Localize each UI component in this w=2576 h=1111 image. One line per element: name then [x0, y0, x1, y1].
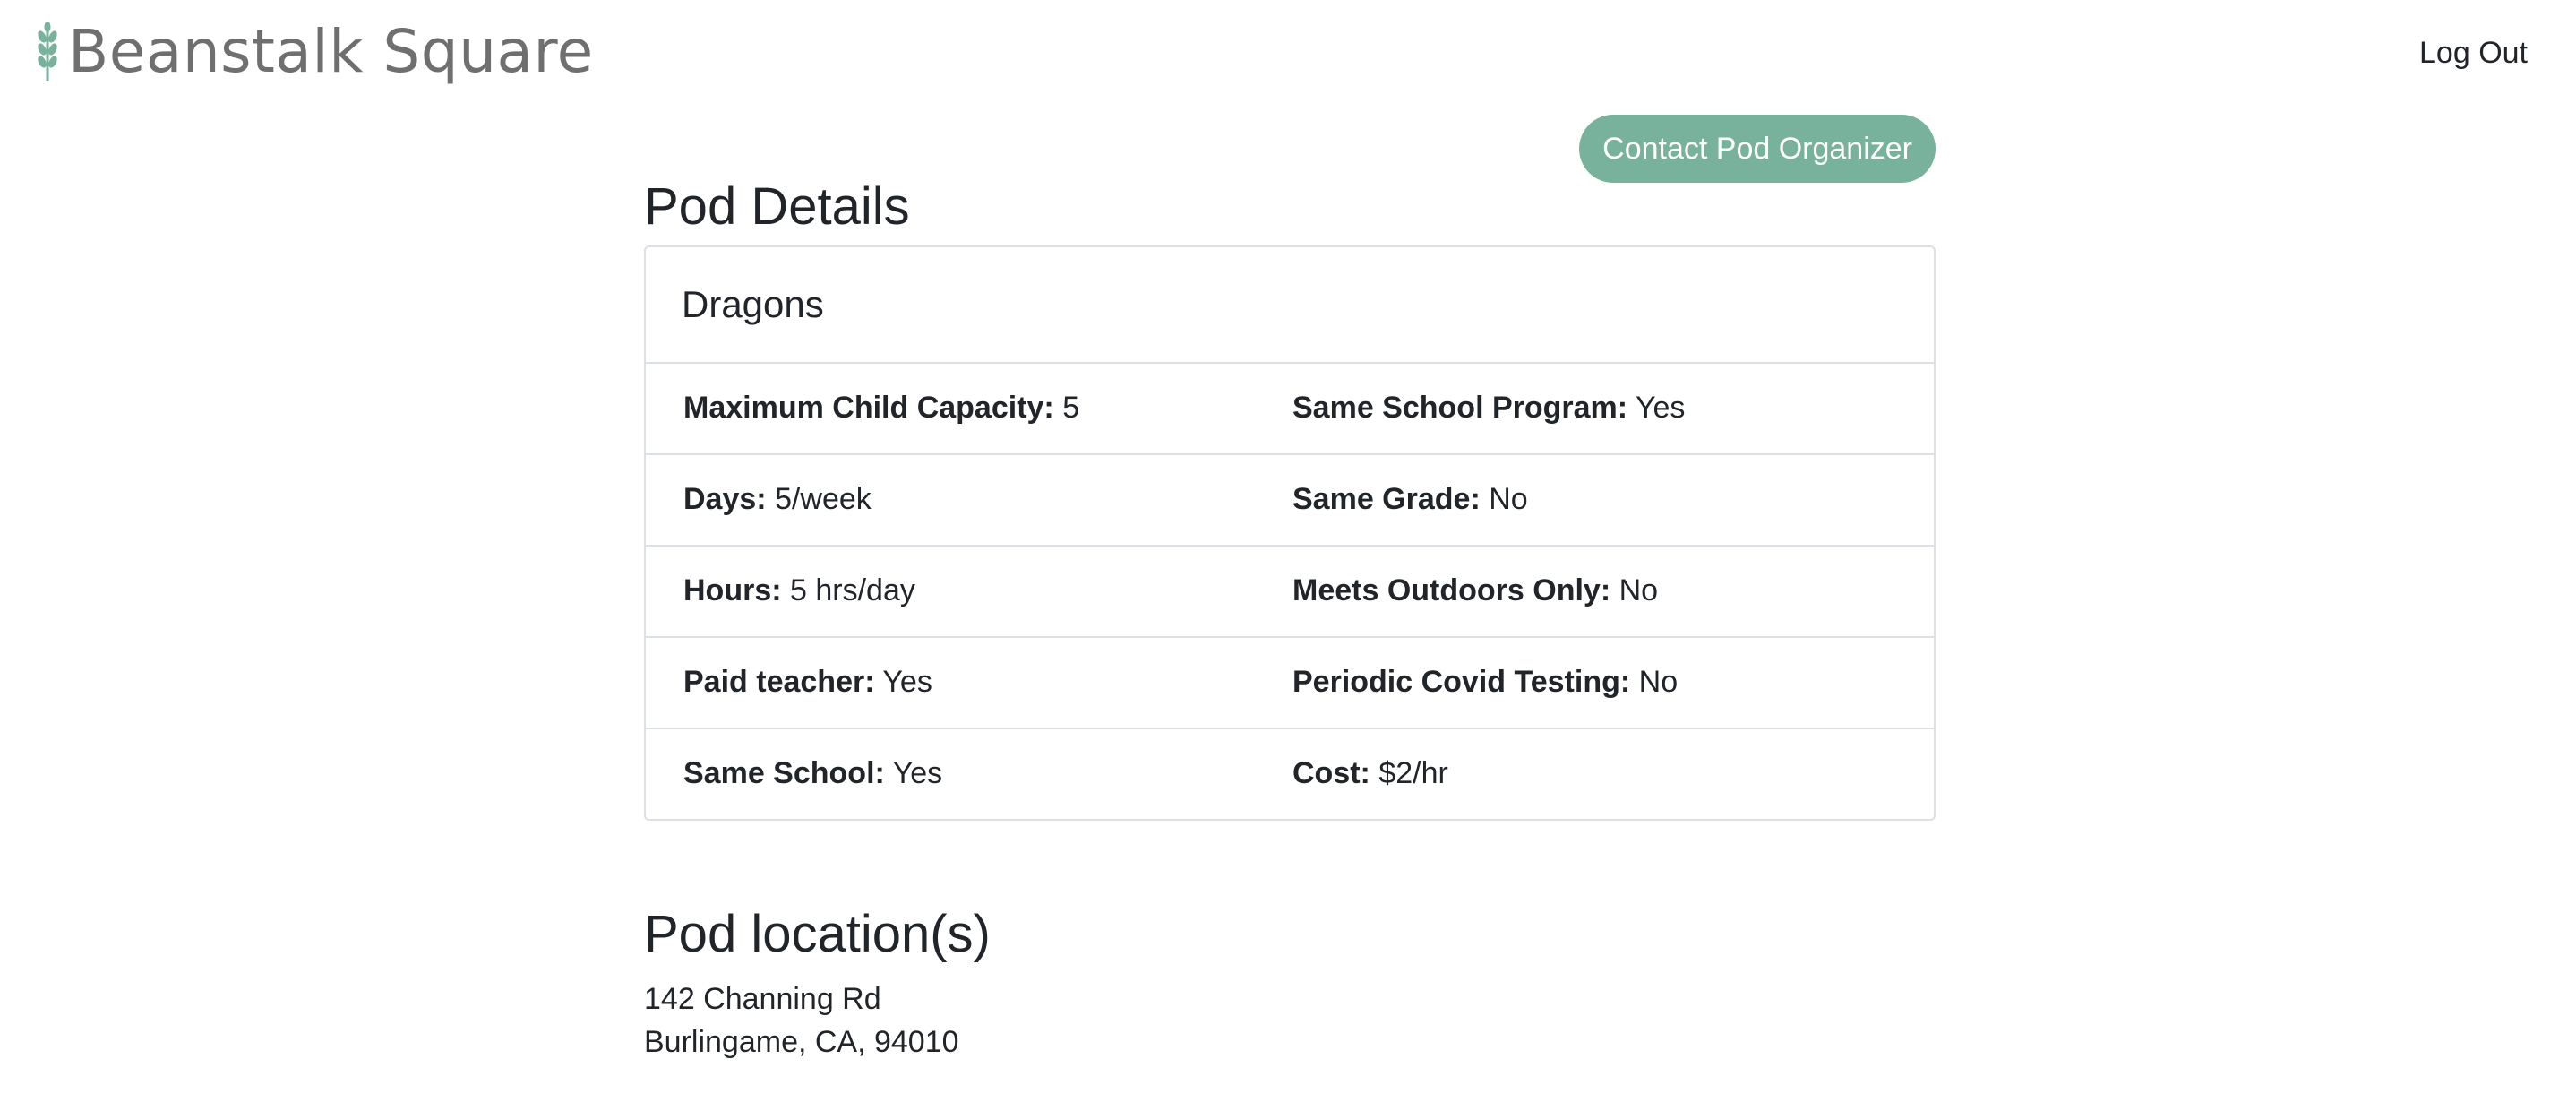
- detail-value: 5 hrs/day: [790, 573, 915, 608]
- detail-value: Yes: [882, 665, 932, 700]
- detail-hours: Hours: 5 hrs/day: [646, 573, 1292, 608]
- detail-meets-outdoors: Meets Outdoors Only: No: [1292, 573, 1658, 608]
- actions-bar: Contact Pod Organizer: [644, 115, 1936, 183]
- detail-label: Maximum Child Capacity:: [683, 391, 1054, 426]
- location-title: Pod location(s): [644, 904, 991, 963]
- detail-label: Days:: [683, 482, 767, 517]
- detail-max-capacity: Maximum Child Capacity: 5: [646, 391, 1292, 426]
- main-content: Contact Pod Organizer Pod Details Dragon…: [644, 115, 1936, 1064]
- detail-label: Same Grade:: [1292, 482, 1481, 517]
- detail-value: Yes: [892, 756, 943, 791]
- detail-row: Same School: Yes Cost: $2/hr: [646, 729, 1934, 819]
- detail-value: 5/week: [775, 482, 872, 517]
- contact-organizer-button[interactable]: Contact Pod Organizer: [1579, 115, 1936, 183]
- detail-label: Cost:: [1292, 756, 1370, 791]
- address-line-2: Burlingame, CA, 94010: [644, 1025, 959, 1060]
- detail-value: Yes: [1635, 391, 1686, 426]
- detail-same-grade: Same Grade: No: [1292, 482, 1528, 517]
- detail-same-school: Same School: Yes: [646, 756, 1292, 791]
- brand-name: Beanstalk Square: [68, 17, 594, 86]
- detail-cost: Cost: $2/hr: [1292, 756, 1448, 791]
- pod-name: Dragons: [646, 247, 1934, 364]
- brand-logo-link[interactable]: Beanstalk Square: [34, 22, 594, 82]
- detail-row: Days: 5/week Same Grade: No: [646, 455, 1934, 547]
- detail-label: Paid teacher:: [683, 665, 875, 700]
- page: Beanstalk Square Log Out Contact Pod Org…: [0, 0, 2576, 1111]
- detail-covid-testing: Periodic Covid Testing: No: [1292, 665, 1678, 700]
- detail-value: $2/hr: [1378, 756, 1448, 791]
- detail-row: Paid teacher: Yes Periodic Covid Testing…: [646, 638, 1934, 729]
- pod-details-card: Dragons Maximum Child Capacity: 5 Same S…: [644, 245, 1936, 821]
- logout-link[interactable]: Log Out: [2419, 36, 2528, 71]
- detail-same-school-program: Same School Program: Yes: [1292, 391, 1685, 426]
- detail-label: Hours:: [683, 573, 782, 608]
- detail-days: Days: 5/week: [646, 482, 1292, 517]
- detail-label: Periodic Covid Testing:: [1292, 665, 1631, 700]
- detail-paid-teacher: Paid teacher: Yes: [646, 665, 1292, 700]
- detail-label: Same School:: [683, 756, 885, 791]
- wheat-sprout-icon: [38, 22, 57, 81]
- detail-value: No: [1638, 665, 1679, 700]
- address-line-1: 142 Channing Rd: [644, 982, 881, 1017]
- detail-row: Maximum Child Capacity: 5 Same School Pr…: [646, 364, 1934, 455]
- detail-row: Hours: 5 hrs/day Meets Outdoors Only: No: [646, 547, 1934, 638]
- detail-value: 5: [1062, 391, 1080, 426]
- detail-value: No: [1619, 573, 1659, 608]
- detail-label: Meets Outdoors Only:: [1292, 573, 1611, 608]
- page-title: Pod Details: [644, 177, 910, 236]
- detail-label: Same School Program:: [1292, 391, 1628, 426]
- detail-value: No: [1489, 482, 1528, 517]
